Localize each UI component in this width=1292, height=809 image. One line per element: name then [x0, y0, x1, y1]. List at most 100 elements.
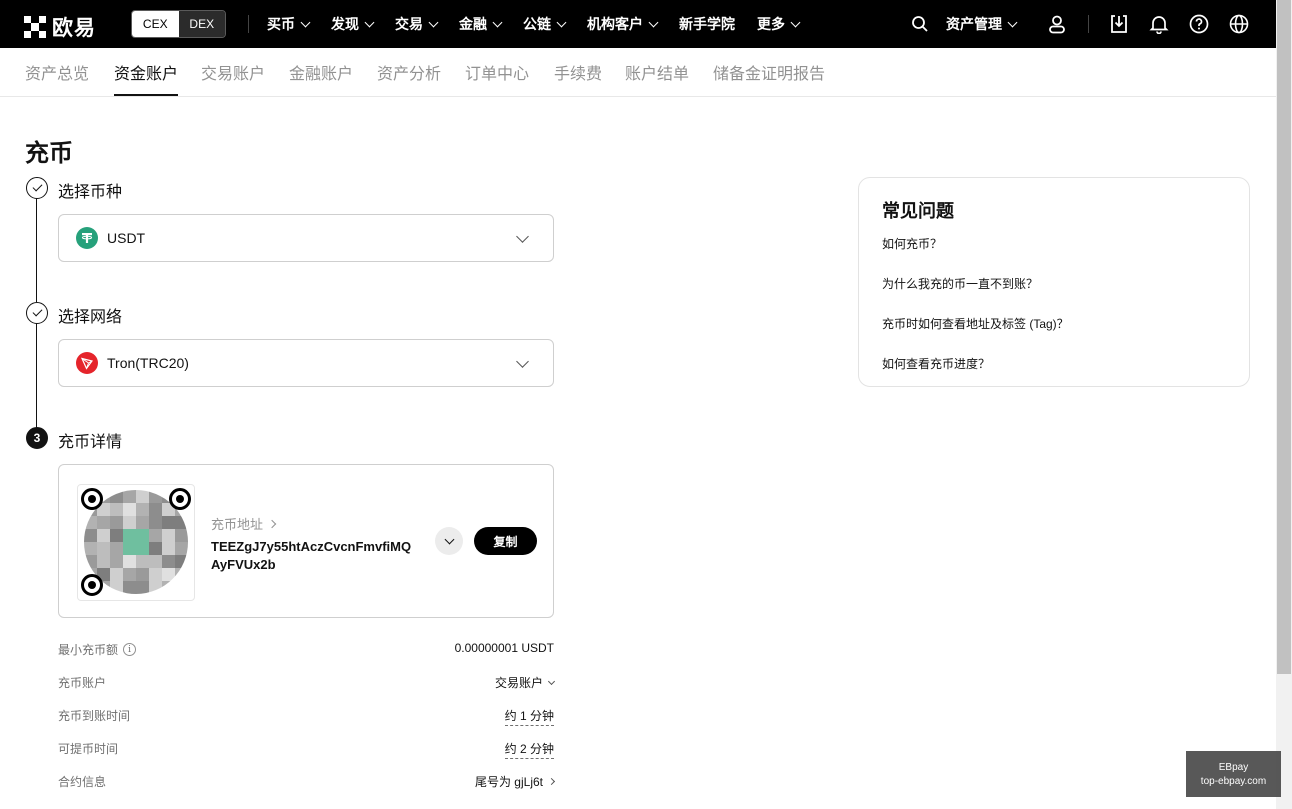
tab-fees[interactable]: 手续费 — [554, 60, 602, 84]
network-select-value: Tron(TRC20) — [107, 355, 189, 371]
nav-divider — [248, 15, 249, 33]
qr-pixel — [136, 555, 149, 568]
nav-item-academy[interactable]: 新手学院 — [679, 14, 735, 34]
tab-order-center[interactable]: 订单中心 — [465, 60, 529, 84]
qr-pixel — [149, 542, 162, 555]
qr-pixel — [97, 516, 110, 529]
qr-pixel — [149, 568, 162, 581]
active-tab-indicator — [114, 94, 178, 96]
tab-asset-analysis[interactable]: 资产分析 — [377, 60, 441, 84]
info-row-withdrawable-time: 可提币时间 约 2 分钟 — [58, 740, 554, 760]
qr-pixel — [110, 516, 123, 529]
qr-pixel — [123, 529, 136, 542]
qr-pixel — [123, 490, 136, 503]
info-row-deposit-account: 充币账户 交易账户 — [58, 674, 556, 694]
nav-item-institutional[interactable]: 机构客户 — [587, 14, 659, 34]
check-icon — [32, 306, 42, 317]
qr-pixel — [162, 555, 175, 568]
download-icon[interactable] — [1108, 13, 1130, 35]
qr-pixel — [97, 542, 110, 555]
nav-item-chain[interactable]: 公链 — [523, 14, 567, 34]
qr-pixel — [110, 581, 123, 594]
qr-pixel — [149, 490, 162, 503]
account-subtabs: 资产总览 资金账户 交易账户 金融账户 资产分析 订单中心 手续费 账户结单 储… — [0, 48, 1276, 97]
tab-asset-overview[interactable]: 资产总览 — [25, 60, 89, 84]
scrollbar-thumb[interactable] — [1277, 0, 1291, 674]
nav-item-more[interactable]: 更多 — [757, 14, 801, 34]
logo-text: 欧易 — [52, 17, 96, 40]
info-icon[interactable]: i — [123, 643, 137, 656]
faq-link[interactable]: 为什么我充的币一直不到账？ — [882, 275, 1038, 292]
qr-pixel — [84, 516, 97, 529]
qr-pixel — [149, 516, 162, 529]
info-value[interactable]: 约 2 分钟 — [504, 740, 554, 759]
chevron-down-icon — [1007, 17, 1018, 27]
qr-pixel — [162, 516, 175, 529]
coin-select[interactable]: USDT — [58, 214, 554, 262]
info-key: 充币账户 — [58, 676, 107, 690]
expand-address-button[interactable] — [435, 527, 463, 555]
qr-pixel — [84, 555, 97, 568]
tab-finance-account[interactable]: 金融账户 — [289, 60, 353, 84]
nav-item-label: 新手学院 — [679, 16, 735, 32]
tab-funding-account[interactable]: 资金账户 — [114, 60, 178, 84]
cex-option[interactable]: CEX — [132, 11, 179, 37]
chevron-down-icon — [444, 534, 454, 544]
search-icon[interactable] — [909, 13, 931, 35]
step-completed-icon — [26, 177, 48, 199]
faq-link[interactable]: 如何充币？ — [882, 235, 942, 252]
deposit-account-select[interactable]: 交易账户 — [495, 674, 556, 691]
info-value[interactable]: 约 1 分钟 — [504, 707, 554, 726]
tab-proof-of-reserves[interactable]: 储备金证明报告 — [713, 60, 825, 84]
nav-item-discover[interactable]: 发现 — [331, 14, 375, 34]
nav-item-label: 金融 — [459, 16, 487, 32]
deposit-address-link[interactable]: 充币地址 — [211, 514, 277, 533]
nav-item-trade[interactable]: 交易 — [395, 14, 439, 34]
okx-logo[interactable]: 欧易 — [24, 12, 96, 42]
qr-pixel — [110, 503, 123, 516]
nav-item-label: 更多 — [757, 16, 785, 32]
step-number-badge: 3 — [26, 427, 48, 449]
qr-pixel — [162, 568, 175, 581]
asset-management-menu[interactable]: 资产管理 — [946, 0, 1018, 48]
qr-pixel — [175, 529, 188, 542]
tab-trading-account[interactable]: 交易账户 — [201, 60, 265, 84]
dex-option[interactable]: DEX — [178, 11, 225, 37]
qr-pixel — [175, 581, 188, 594]
chevron-down-icon — [300, 17, 311, 27]
qr-pixel — [123, 568, 136, 581]
user-icon[interactable] — [1046, 13, 1068, 35]
qr-pixel — [136, 529, 149, 542]
nav-item-label: 公链 — [523, 16, 551, 32]
faq-title: 常见问题 — [882, 201, 954, 221]
faq-link[interactable]: 充币时如何查看地址及标签 (Tag)？ — [882, 315, 1069, 332]
qr-pixel — [162, 581, 175, 594]
qr-pixel — [123, 581, 136, 594]
faq-link[interactable]: 如何查看充币进度？ — [882, 355, 990, 372]
cex-dex-switch: CEX DEX — [131, 10, 226, 38]
network-select[interactable]: Tron(TRC20) — [58, 339, 554, 387]
nav-divider — [1088, 15, 1089, 33]
page-title: 充币 — [25, 140, 73, 167]
copy-address-button[interactable]: 复制 — [474, 527, 537, 555]
qr-pixel — [149, 529, 162, 542]
step-connector — [36, 198, 37, 302]
help-icon[interactable] — [1188, 13, 1210, 35]
deposit-qr-code[interactable] — [77, 484, 195, 601]
qr-pixel — [84, 529, 97, 542]
globe-icon[interactable] — [1228, 13, 1250, 35]
qr-pixel — [110, 555, 123, 568]
bell-icon[interactable] — [1148, 13, 1170, 35]
qr-pixel — [110, 529, 123, 542]
nav-item-finance[interactable]: 金融 — [459, 14, 503, 34]
qr-pixel — [136, 542, 149, 555]
info-value: 0.00000001 USDT — [454, 641, 554, 655]
qr-pixel — [136, 503, 149, 516]
contract-info-link[interactable]: 尾号为 gjLj6t — [475, 773, 556, 790]
page-scrollbar[interactable] — [1276, 0, 1292, 809]
tron-icon — [76, 352, 98, 374]
nav-item-buy[interactable]: 买币 — [267, 14, 311, 34]
tether-icon — [76, 227, 98, 249]
tab-statements[interactable]: 账户结单 — [625, 60, 689, 84]
chevron-down-icon — [790, 17, 801, 27]
